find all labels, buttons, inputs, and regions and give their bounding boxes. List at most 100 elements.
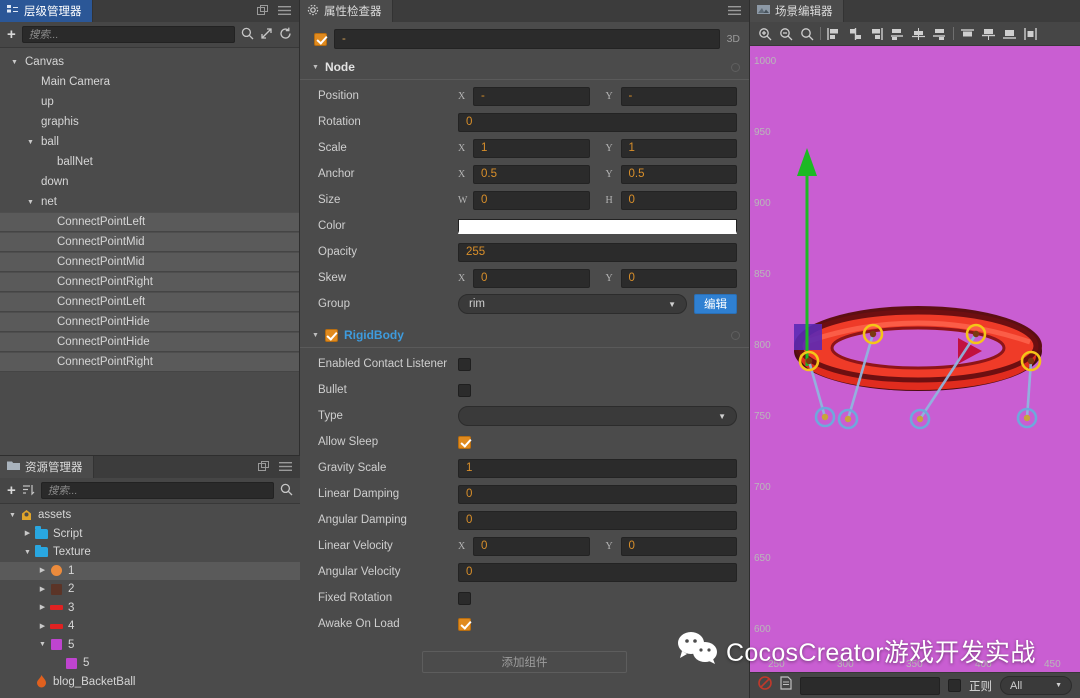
node-enabled-checkbox[interactable] (314, 32, 327, 46)
property-input[interactable]: - (473, 86, 590, 106)
hierarchy-search-input[interactable] (21, 26, 235, 43)
hierarchy-item[interactable]: ▶ConnectPointLeft (0, 212, 299, 232)
distribute-left-icon[interactable] (887, 23, 908, 45)
asset-item[interactable]: ▶ Script (0, 525, 300, 544)
hierarchy-item[interactable]: ▶ConnectPointRight (0, 352, 299, 372)
add-component-button[interactable]: 添加组件 (422, 651, 627, 673)
hierarchy-item[interactable]: ▶up (0, 92, 299, 112)
sort-icon[interactable] (22, 483, 35, 498)
log-type-dropdown[interactable]: All ▼ (1000, 676, 1072, 695)
property-checkbox[interactable] (458, 357, 471, 371)
hierarchy-item[interactable]: ▶ConnectPointRight (0, 272, 299, 292)
chevron-down-icon[interactable]: ▼ (21, 549, 34, 556)
menu-icon[interactable] (278, 5, 291, 18)
property-checkbox[interactable] (458, 591, 471, 605)
popout-icon[interactable] (257, 4, 269, 18)
hierarchy-item[interactable]: ▼ net (0, 192, 299, 212)
color-swatch[interactable] (458, 218, 737, 234)
assets-tree[interactable]: ▼assets▶Script▼Texture▶1▶2▶3▶4▼5▶5▶blog_… (0, 504, 300, 698)
property-input[interactable]: 0 (620, 268, 737, 288)
zoom-reset-icon[interactable] (796, 23, 817, 45)
group-dropdown[interactable]: rim ▼ (458, 294, 687, 314)
file-icon[interactable] (780, 676, 792, 695)
property-input[interactable]: 1 (620, 138, 737, 158)
zoom-out-icon[interactable] (775, 23, 796, 45)
hierarchy-item[interactable]: ▼ Canvas (0, 52, 299, 72)
scene-viewport[interactable]: 1000 950 900 850 800 750 700 650 600 250 300 350 40… (750, 46, 1080, 672)
expand-collapse-icon[interactable] (260, 27, 273, 42)
property-input[interactable]: 0.5 (473, 164, 590, 184)
hierarchy-item[interactable]: ▶ConnectPointMid (0, 232, 299, 252)
align-middle-icon[interactable] (978, 23, 999, 45)
hierarchy-item[interactable]: ▶ConnectPointHide (0, 312, 299, 332)
distribute-center-icon[interactable] (908, 23, 929, 45)
property-input[interactable]: 255 (458, 242, 737, 262)
assets-search-input[interactable] (40, 482, 274, 499)
chevron-right-icon[interactable]: ▶ (36, 567, 49, 574)
distribute-right-icon[interactable] (929, 23, 950, 45)
node-section-header[interactable]: ▼ Node (300, 55, 749, 80)
asset-item[interactable]: ▶ 3 (0, 599, 300, 618)
property-checkbox[interactable] (458, 383, 471, 397)
chevron-right-icon[interactable]: ▶ (36, 586, 49, 593)
regex-checkbox[interactable] (948, 679, 961, 692)
asset-item[interactable]: ▶5 (0, 654, 300, 673)
hierarchy-item[interactable]: ▶Main Camera (0, 72, 299, 92)
property-input[interactable]: 0 (620, 190, 737, 210)
property-input[interactable]: 0 (473, 536, 590, 556)
align-right-icon[interactable] (866, 23, 887, 45)
property-input[interactable]: 0 (473, 268, 590, 288)
distribute-v-icon[interactable] (1020, 23, 1041, 45)
hierarchy-item[interactable]: ▶ballNet (0, 152, 299, 172)
help-icon[interactable] (731, 330, 740, 340)
asset-item[interactable]: ▶ 4 (0, 617, 300, 636)
property-input[interactable]: 0 (458, 562, 737, 582)
align-left-icon[interactable] (824, 23, 845, 45)
menu-icon[interactable] (279, 461, 292, 474)
property-input[interactable]: 1 (458, 458, 737, 478)
node-name-input[interactable]: - (334, 29, 720, 49)
zoom-in-icon[interactable] (754, 23, 775, 45)
help-icon[interactable] (731, 62, 740, 72)
align-top-icon[interactable] (957, 23, 978, 45)
chevron-right-icon[interactable]: ▶ (21, 530, 34, 537)
3d-toggle-label[interactable]: 3D (727, 33, 740, 45)
rigidbody-enabled-checkbox[interactable] (324, 328, 338, 342)
chevron-down-icon[interactable]: ▼ (24, 199, 37, 206)
add-node-button[interactable]: + (7, 27, 16, 42)
chevron-down-icon[interactable]: ▼ (24, 139, 37, 146)
property-input[interactable]: 0 (473, 190, 590, 210)
tab-scene[interactable]: 场景编辑器 (750, 0, 844, 22)
property-input[interactable]: 0.5 (620, 164, 737, 184)
chevron-down-icon[interactable]: ▼ (6, 512, 19, 519)
chevron-down-icon[interactable]: ▼ (36, 641, 49, 648)
asset-item[interactable]: ▼ 5 (0, 636, 300, 655)
scene-canvas[interactable] (750, 46, 1080, 656)
popout-icon[interactable] (258, 460, 270, 474)
refresh-icon[interactable] (279, 27, 292, 42)
search-icon[interactable] (241, 27, 254, 42)
property-input[interactable]: 0 (458, 112, 737, 132)
hierarchy-item[interactable]: ▶ConnectPointLeft (0, 292, 299, 312)
tab-assets[interactable]: 资源管理器 (0, 456, 94, 478)
tab-hierarchy[interactable]: 层级管理器 (0, 0, 93, 22)
tab-inspector[interactable]: 属性检查器 (300, 0, 393, 22)
hierarchy-item[interactable]: ▶ConnectPointMid (0, 252, 299, 272)
property-input[interactable]: - (620, 86, 737, 106)
chevron-down-icon[interactable]: ▼ (8, 59, 21, 66)
hierarchy-item[interactable]: ▶ConnectPointHide (0, 332, 299, 352)
add-asset-button[interactable]: + (7, 483, 16, 498)
align-bottom-icon[interactable] (999, 23, 1020, 45)
type-dropdown[interactable]: ▼ (458, 406, 737, 426)
chevron-right-icon[interactable]: ▶ (36, 623, 49, 630)
rigidbody-section-header[interactable]: ▼ RigidBody (300, 323, 749, 348)
property-checkbox[interactable] (458, 435, 471, 449)
no-entry-icon[interactable] (758, 676, 772, 695)
property-input[interactable]: 0 (458, 510, 737, 530)
asset-item[interactable]: ▼ Texture (0, 543, 300, 562)
hierarchy-item[interactable]: ▶down (0, 172, 299, 192)
property-checkbox[interactable] (458, 617, 471, 631)
edit-group-button[interactable]: 编辑 (694, 294, 737, 314)
asset-item[interactable]: ▼ assets (0, 506, 300, 525)
hierarchy-item[interactable]: ▼ ball (0, 132, 299, 152)
